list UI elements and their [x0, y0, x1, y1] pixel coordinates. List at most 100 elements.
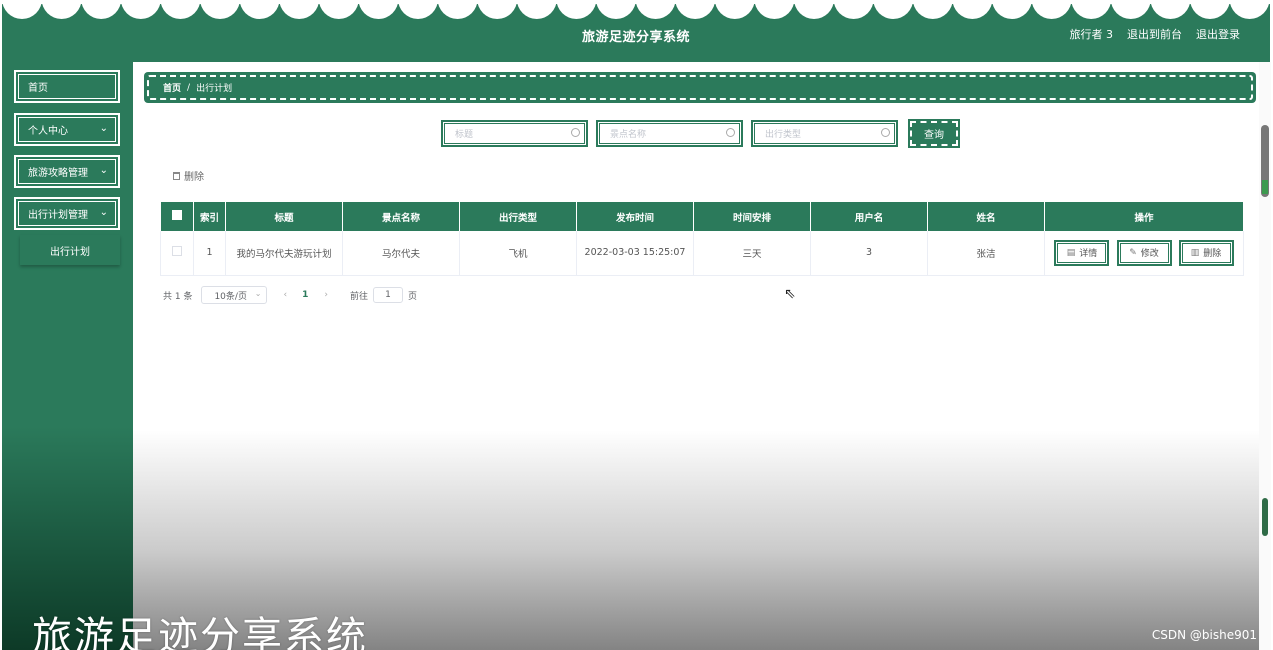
scallop [120, 0, 161, 19]
next-page-icon[interactable]: › [324, 290, 328, 300]
watermark-csdn: CSDN @bishe901 [1151, 628, 1257, 642]
goto-page-input[interactable]: 1 [372, 287, 403, 303]
main-content: 首页 / 出行计划 标题 景点名称 出行类型 查询 删除 索引 标题 景点名称 … [133, 62, 1259, 650]
scallop [952, 0, 993, 19]
select-all-checkbox[interactable] [171, 210, 182, 220]
bulk-delete-label: 删除 [184, 172, 204, 183]
query-button[interactable]: 查询 [908, 119, 960, 148]
scallop [81, 0, 122, 19]
scallop [477, 0, 518, 19]
scallop [2, 0, 42, 19]
scallop [992, 0, 1032, 19]
cell-spot: 马尔代夫 [342, 231, 460, 276]
mouse-cursor-icon: ⇖ [784, 286, 796, 302]
table-row: 1 我的马尔代夫游玩计划 马尔代夫 飞机 2022-03-03 15:25:07… [160, 231, 1244, 276]
scallop [318, 0, 359, 19]
scallop [358, 0, 399, 19]
sidebar-subitem-travel-plan[interactable]: 出行计划 [20, 235, 120, 265]
cell-type: 飞机 [459, 231, 577, 276]
row-checkbox[interactable] [172, 246, 182, 257]
type-search-input[interactable]: 出行类型 [751, 120, 898, 147]
title-search-input[interactable]: 标题 [441, 120, 588, 147]
travel-plan-table: 索引 标题 景点名称 出行类型 发布时间 时间安排 用户名 姓名 操作 1 我的… [160, 202, 1244, 276]
edit-button[interactable]: ✎ 修改 [1116, 239, 1172, 266]
sidebar: 首页 个人中心 ⌄ 旅游攻略管理 ⌄ 出行计划管理 ⌄ 出行计划 [2, 62, 133, 650]
spot-search-input[interactable]: 景点名称 [596, 120, 743, 147]
breadcrumb-current: 出行计划 [196, 84, 233, 94]
select-all-cell [160, 202, 194, 231]
column-header: 用户名 [810, 202, 928, 231]
document-icon: ▤ [1066, 247, 1076, 258]
sidebar-item-travel-plan-management[interactable]: 出行计划管理 ⌄ [14, 197, 120, 230]
cell-username: 3 [810, 231, 928, 276]
cell-publish-time: 2022-03-03 15:25:07 [576, 231, 694, 276]
detail-button[interactable]: ▤ 详情 [1054, 239, 1110, 266]
scallop [1071, 0, 1112, 19]
pagination: 共 1 条 10条/页 ⌄ ‹ 1 › 前往 1 页 [163, 286, 417, 304]
scallop [160, 0, 201, 19]
breadcrumb-inner: 首页 / 出行计划 [147, 75, 1253, 100]
sidebar-item-personal-center[interactable]: 个人中心 ⌄ [14, 113, 120, 146]
scrollbar-indicator [1262, 180, 1268, 194]
header-actions: 旅行者 3 退出到前台 退出登录 [1070, 26, 1241, 42]
scallop [1031, 0, 1072, 19]
edit-label: 修改 [1140, 249, 1159, 260]
chevron-down-icon: ⌄ [99, 207, 108, 218]
cell-schedule: 三天 [693, 231, 811, 276]
scallop [912, 0, 953, 19]
title-search-placeholder: 标题 [455, 130, 474, 140]
type-search-placeholder: 出行类型 [765, 130, 802, 140]
column-header: 标题 [225, 202, 343, 231]
scallop [1150, 0, 1191, 19]
detail-label: 详情 [1079, 249, 1098, 260]
prev-page-icon[interactable]: ‹ [283, 290, 287, 300]
sidebar-item-label: 旅游攻略管理 [28, 168, 88, 179]
logout-link[interactable]: 退出登录 [1196, 26, 1240, 42]
scallop [41, 0, 82, 19]
scallop [279, 0, 320, 19]
sidebar-item-travel-guide-management[interactable]: 旅游攻略管理 ⌄ [14, 155, 120, 188]
scallop-decoration [2, 0, 1270, 19]
scallop [239, 0, 280, 19]
column-header: 操作 [1044, 202, 1244, 231]
trash-icon [173, 171, 180, 180]
page-unit: 页 [407, 291, 417, 302]
cell-actions: ▤ 详情 ✎ 修改 ▥ 删除 [1044, 231, 1244, 276]
scallop [1229, 0, 1270, 19]
delete-button[interactable]: ▥ 删除 [1178, 239, 1234, 266]
watermark-title: 旅游足迹分享系统 [32, 614, 368, 650]
sidebar-item-home[interactable]: 首页 [14, 70, 120, 103]
bulk-delete-button[interactable]: 删除 [173, 168, 204, 183]
column-header: 出行类型 [459, 202, 577, 231]
cell-name: 张洁 [927, 231, 1045, 276]
chevron-down-icon: ⌄ [99, 165, 108, 176]
breadcrumb-home[interactable]: 首页 [163, 81, 181, 94]
current-page[interactable]: 1 [302, 290, 308, 300]
scallop [200, 0, 240, 19]
scallop [794, 0, 834, 19]
chevron-down-icon: ⌄ [254, 289, 262, 298]
spot-search-placeholder: 景点名称 [610, 130, 647, 140]
scallop [754, 0, 795, 19]
page-size-select[interactable]: 10条/页 ⌄ [201, 286, 268, 304]
scallop [1110, 0, 1151, 19]
column-header: 发布时间 [576, 202, 694, 231]
search-icon [881, 128, 890, 137]
scallop [833, 0, 874, 19]
scallop [873, 0, 914, 19]
table-header-row: 索引 标题 景点名称 出行类型 发布时间 时间安排 用户名 姓名 操作 [160, 202, 1244, 231]
column-header: 时间安排 [693, 202, 811, 231]
trash-icon: ▥ [1190, 247, 1200, 258]
scallop [516, 0, 557, 19]
column-header: 索引 [193, 202, 226, 231]
scallop [437, 0, 478, 19]
row-select-cell [160, 231, 194, 276]
scallop [1269, 0, 1270, 5]
column-header: 姓名 [927, 202, 1045, 231]
back-to-front-link[interactable]: 退出到前台 [1127, 26, 1182, 42]
scrollbar-indicator-lower [1262, 498, 1268, 536]
scallop [675, 0, 716, 19]
page-size-value: 10条/页 [214, 291, 247, 302]
scallop [1190, 0, 1230, 19]
goto-label: 前往 [349, 291, 368, 302]
